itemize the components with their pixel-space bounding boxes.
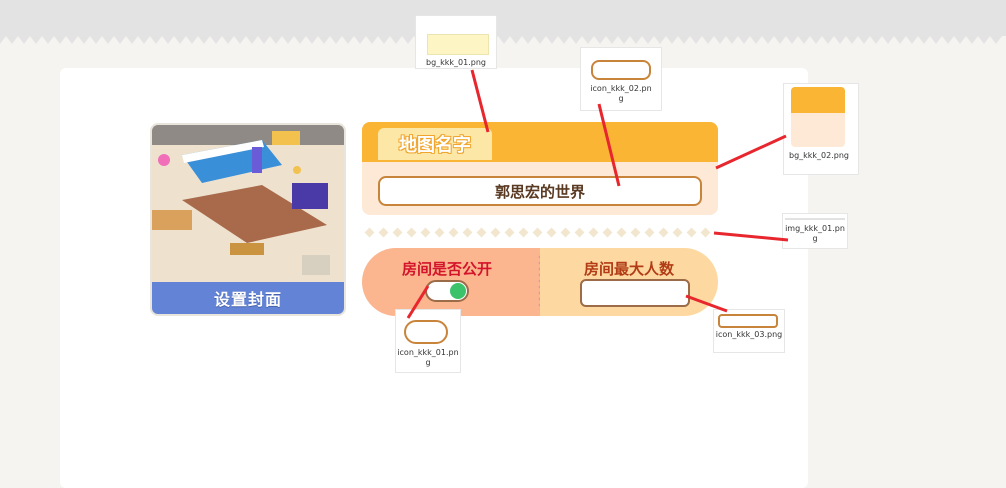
line-icon-kkk-02 — [597, 103, 621, 187]
line-bg-kkk-01 — [470, 69, 490, 133]
line-icon-kkk-01 — [406, 285, 430, 319]
annotation-lines — [406, 69, 789, 319]
line-bg-kkk-02 — [715, 134, 787, 170]
line-icon-kkk-03 — [685, 294, 728, 313]
line-img-kkk-01 — [713, 231, 789, 242]
